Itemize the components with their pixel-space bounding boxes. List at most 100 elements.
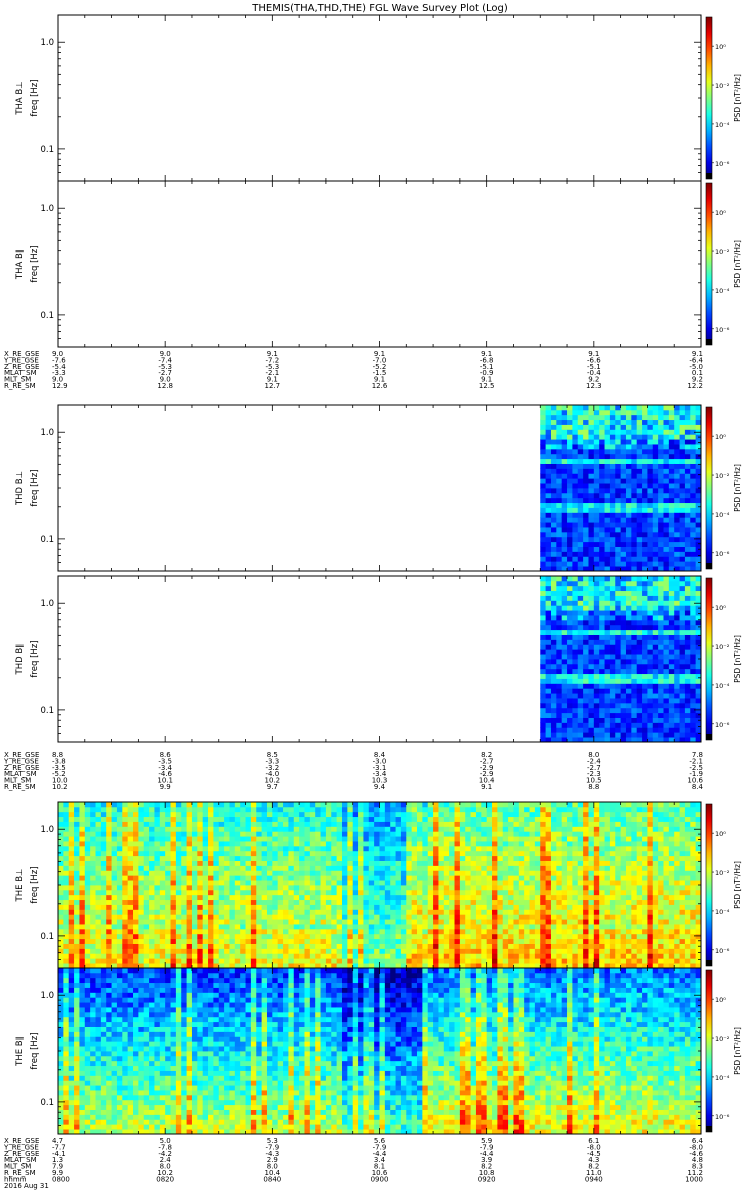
colorbar-tick-label: 10⁰ [715,43,726,51]
ephemeris-value: 9.7 [267,783,278,791]
colorbar-tick-label: 10⁻⁴ [715,682,730,690]
colorbar [705,577,713,741]
panel-name-label: THA B⊥ [15,81,25,115]
colorbar-tick-label: 10⁰ [715,209,726,217]
y-axis-label: freq [Hz] [30,866,40,903]
colorbar-tick-label: 10⁻⁶ [715,721,730,729]
colorbar-tick-label: 10⁻⁴ [715,1074,730,1082]
colorbar-tick-label: 10⁰ [715,604,726,612]
spectrogram-cells [58,802,702,969]
ephemeris-value: 0920 [478,1175,496,1183]
colorbar-tick-label: 10⁻⁴ [715,287,730,295]
ephemeris-value: 12.5 [479,382,495,390]
ephemeris-the: X_RE_GSEY_RE_GSEZ_RE_GSEMLAT_SMMLT_SMR_R… [3,1137,704,1190]
ephemeris-tha: X_RE_GSEY_RE_GSEZ_RE_GSEMLAT_SMMLT_SMR_R… [3,350,704,390]
y-tick-label: 0.1 [40,535,54,545]
colorbar-tick-label: 10⁻⁴ [715,908,730,916]
panel-thab: 0.1 1.0 THA B⊥ freq [Hz] 10⁰ 10⁻² 10⁻⁴ 10⁻⁶ PSD … [15,14,742,182]
ephemeris-value: 0800 [52,1175,70,1183]
y-tick-label: 1.0 [40,38,54,48]
colorbar-tick-label: 10⁻⁶ [715,947,730,955]
colorbar [705,969,713,1133]
ephemeris-thd: X_RE_GSEY_RE_GSEZ_RE_GSEMLAT_SMMLT_SMR_R… [3,751,704,791]
colorbar-tick-label: 10⁻⁶ [715,326,730,334]
ephemeris-value: 12.3 [586,382,602,390]
panel-name-label: THD B⊥ [15,471,25,506]
y-tick-label: 1.0 [40,599,54,609]
ephemeris-value: 9.9 [160,783,171,791]
colorbar [705,803,713,967]
ephemeris-value: 0940 [585,1175,603,1183]
colorbar-tick-label: 10⁻⁶ [715,1113,730,1121]
spectrogram-cells [540,405,702,572]
panel-name-label: THE B∥ [15,1036,25,1067]
y-tick-label: 1.0 [40,825,54,835]
ephemeris-value: 10.2 [52,783,68,791]
colorbar [705,182,713,346]
panel-frame [57,14,702,182]
y-axis-label: freq [Hz] [30,245,40,282]
panel-theb: 0.1 1.0 THE B⊥ freq [Hz] 10⁰ 10⁻² 10⁻⁴ 10⁻⁶ PSD … [15,801,742,969]
panel-thab: 0.1 1.0 THA B∥ freq [Hz] 10⁰ 10⁻² 10⁻⁴ 10⁻⁶ PSD … [15,180,742,348]
spectrogram-cells [540,576,702,743]
ephemeris-value: 8.8 [588,783,599,791]
ephemeris-value: 1000 [685,1175,703,1183]
colorbar-tick-label: 10⁰ [715,996,726,1004]
panel-thdb: 0.1 1.0 THD B∥ freq [Hz] 10⁰ 10⁻² 10⁻⁴ 10⁻⁶ PSD … [15,575,742,743]
ephemeris-value: 12.2 [687,382,703,390]
ephemeris-value: 0820 [156,1175,174,1183]
colorbar-label: PSD [nT²/Hz] [733,635,742,683]
colorbar [705,406,713,570]
y-tick-label: 1.0 [40,428,54,438]
y-axis-label: freq [Hz] [30,1032,40,1069]
ephemeris-value: 0900 [371,1175,389,1183]
ephemeris-value: 12.6 [372,382,388,390]
panel-name-label: THA B∥ [15,249,25,280]
spectrogram-cells [58,968,702,1135]
y-axis-label: freq [Hz] [30,469,40,506]
ephemeris-value: 12.8 [157,382,173,390]
colorbar-label: PSD [nT²/Hz] [733,74,742,122]
panel-name-label: THD B∥ [15,644,25,676]
figure-title: THEMIS(THA,THD,THE) FGL Wave Survey Plot… [251,3,508,14]
ephemeris-row-label: R_RE_SM [4,382,36,390]
colorbar-tick-label: 10⁻² [715,82,730,90]
panel-name-label: THE B⊥ [15,869,25,903]
colorbar-tick-label: 10⁻² [715,869,730,877]
colorbar [705,16,713,180]
colorbar-tick-label: 10⁻² [715,643,730,651]
colorbar-tick-label: 10⁻² [715,248,730,256]
panel-thdb: 0.1 1.0 THD B⊥ freq [Hz] 10⁰ 10⁻² 10⁻⁴ 10⁻⁶ PSD … [15,404,742,572]
y-tick-label: 0.1 [40,145,54,155]
colorbar-tick-label: 10⁻² [715,472,730,480]
ephemeris-value: 8.4 [692,783,704,791]
y-tick-label: 0.1 [40,311,54,321]
y-tick-label: 0.1 [40,706,54,716]
y-tick-label: 0.1 [40,932,54,942]
colorbar-tick-label: 10⁻⁴ [715,121,730,129]
colorbar-tick-label: 10⁻² [715,1035,730,1043]
colorbar-label: PSD [nT²/Hz] [733,464,742,512]
panel-theb: 0.1 1.0 THE B∥ freq [Hz] 10⁰ 10⁻² 10⁻⁴ 10⁻⁶ PSD … [15,967,742,1135]
ephemeris-value: 9.1 [481,783,492,791]
colorbar-tick-label: 10⁰ [715,433,726,441]
colorbar-label: PSD [nT²/Hz] [733,1027,742,1075]
spectrogram-panels: 0.1 1.0 THA B⊥ freq [Hz] 10⁰ 10⁻² 10⁻⁴ 10⁻⁶ PSD … [15,14,742,1135]
ephemeris-value: 12.7 [265,382,281,390]
colorbar-label: PSD [nT²/Hz] [733,240,742,288]
colorbar-label: PSD [nT²/Hz] [733,861,742,909]
y-tick-label: 1.0 [40,991,54,1001]
colorbar-tick-label: 10⁻⁶ [715,550,730,558]
ephemeris-row-label: R_RE_SM [4,783,36,791]
y-axis-label: freq [Hz] [30,640,40,677]
wave-survey-figure: THEMIS(THA,THD,THE) FGL Wave Survey Plot… [3,3,742,1190]
y-tick-label: 1.0 [40,204,54,214]
y-axis-label: freq [Hz] [30,79,40,116]
ephemeris-value: 12.9 [52,382,68,390]
ephemeris-value: 0840 [263,1175,281,1183]
colorbar-tick-label: 10⁰ [715,830,726,838]
panel-frame [57,180,702,348]
y-tick-label: 0.1 [40,1098,54,1108]
ephemeris-value: 9.4 [374,783,386,791]
ephemeris-row-label: 2016 Aug 31 [4,1182,49,1190]
